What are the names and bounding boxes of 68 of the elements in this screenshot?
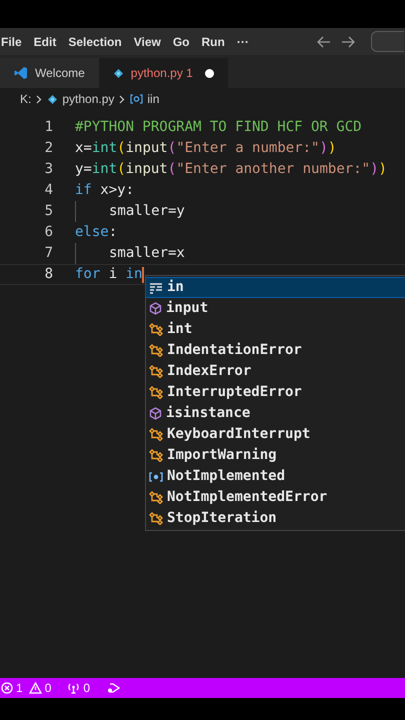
line-number: 6: [44, 223, 53, 242]
problems-status[interactable]: 1 0: [1, 679, 52, 697]
suggestion-item[interactable]: NotImplementedError: [146, 487, 405, 508]
code-editor-logo-icon: [14, 66, 28, 80]
code-line: else:: [75, 223, 118, 242]
class-icon: [149, 365, 163, 378]
code-line: smaller=y: [109, 202, 185, 221]
suggestion-item[interactable]: input: [146, 298, 405, 319]
suggestion-item[interactable]: NotImplemented: [146, 466, 405, 487]
variable-icon: [130, 94, 144, 104]
class-icon: [149, 512, 163, 525]
suggestion-item[interactable]: StopIteration: [146, 508, 405, 529]
ports-status[interactable]: 0: [67, 679, 90, 697]
antenna-icon: [67, 682, 80, 694]
python-file-icon: [112, 68, 124, 78]
text-cursor: [142, 266, 144, 282]
code-line: smaller=x: [109, 244, 185, 263]
chevron-right-icon: [119, 94, 126, 104]
class-icon: [149, 344, 163, 357]
python-file-icon: [47, 94, 58, 104]
class-icon: [149, 449, 163, 462]
menu-item[interactable]: View: [134, 32, 161, 50]
share-icon[interactable]: [106, 682, 120, 694]
chevron-right-icon: [36, 94, 42, 104]
line-number: 2: [44, 139, 53, 158]
menu-item[interactable]: Go: [172, 32, 190, 50]
editor-tab[interactable]: python.py 1: [98, 58, 228, 88]
error-icon: [1, 682, 13, 694]
warning-icon: [28, 682, 42, 694]
line-number: 1: [44, 118, 53, 137]
forward-icon[interactable]: [341, 36, 355, 48]
code-line: y=int(input("Enter another number:")): [75, 160, 387, 179]
suggestion-item[interactable]: int: [146, 319, 405, 340]
menu-item[interactable]: ···: [236, 32, 249, 50]
class-icon: [149, 386, 163, 399]
code-line: #PYTHON PROGRAM TO FIND HCF OR GCD: [75, 118, 362, 137]
code-line: x=int(input("Enter a number:")): [75, 139, 336, 158]
suggestion-item[interactable]: ImportWarning: [146, 445, 405, 466]
menu-item[interactable]: Run: [202, 32, 225, 50]
class-icon: [149, 323, 163, 336]
suggestion-item[interactable]: in: [146, 277, 405, 298]
suggestion-item[interactable]: IndexError: [146, 361, 405, 382]
keyword-icon: [149, 282, 163, 294]
breadcrumb-item[interactable]: K:: [20, 90, 32, 108]
cube-icon: [149, 407, 162, 420]
cube-icon: [149, 302, 162, 315]
menu-item[interactable]: Selection: [68, 32, 122, 50]
search-field[interactable]: [371, 31, 404, 52]
breadcrumb-item[interactable]: python.py: [62, 90, 114, 108]
line-number: 5: [44, 202, 53, 221]
code-line: if x>y:: [75, 181, 134, 200]
editor-tab[interactable]: Welcome: [0, 58, 99, 88]
code-line: for i in: [75, 265, 142, 284]
line-number: 7: [44, 244, 53, 263]
menu-item[interactable]: Edit: [34, 32, 56, 50]
back-icon[interactable]: [317, 36, 331, 48]
breadcrumb-item[interactable]: iin: [147, 90, 160, 108]
suggestion-item[interactable]: isinstance: [146, 403, 405, 424]
variable-icon: [149, 472, 163, 482]
suggestion-item[interactable]: KeyboardInterrupt: [146, 424, 405, 445]
suggestion-item[interactable]: InterruptedError: [146, 382, 405, 403]
class-icon: [149, 428, 163, 441]
line-number: 8: [44, 265, 53, 284]
menu-item[interactable]: File: [1, 32, 22, 50]
suggestion-item[interactable]: IndentationError: [146, 340, 405, 361]
line-number: 4: [44, 181, 53, 200]
line-number: 3: [44, 160, 53, 179]
class-icon: [149, 491, 163, 504]
